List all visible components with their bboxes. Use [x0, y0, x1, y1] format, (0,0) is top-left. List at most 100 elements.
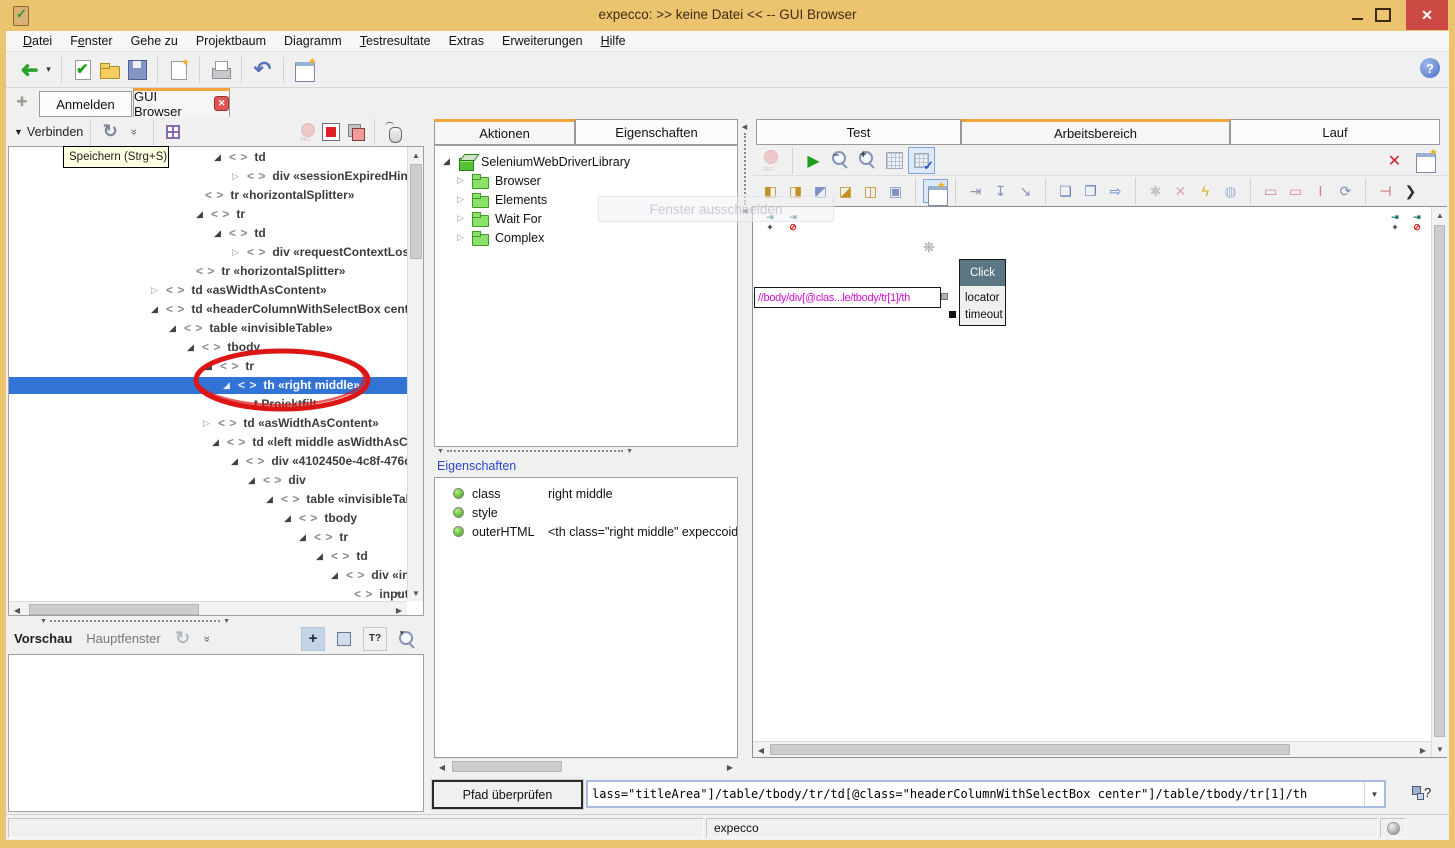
caret-expanded-icon[interactable]: ◢: [299, 528, 314, 547]
close-button[interactable]: ✕: [1406, 0, 1448, 30]
stop-record-icon[interactable]: [319, 120, 343, 144]
caret-expanded-icon[interactable]: ◢: [196, 205, 211, 224]
record-icon[interactable]: [295, 120, 319, 144]
menu-item-fenster[interactable]: Fenster: [61, 34, 121, 48]
tree-row[interactable]: ◢< >td: [9, 547, 407, 566]
back-icon[interactable]: ➜: [16, 56, 43, 83]
crosshair-icon[interactable]: +: [301, 627, 325, 651]
tree-row[interactable]: ◢< >tr: [9, 357, 407, 376]
caret-expanded-icon[interactable]: ◢: [214, 148, 229, 167]
tree-row[interactable]: ◢< >tbody: [9, 509, 407, 528]
insert-step-icon[interactable]: ↧: [988, 179, 1013, 203]
timeout-pin-connector[interactable]: [949, 311, 956, 318]
scroll-left-icon[interactable]: ◀: [9, 602, 25, 616]
layout-grid-icon[interactable]: [161, 120, 185, 144]
tree-row[interactable]: ▷< >td «asWidthAsContent»: [9, 281, 407, 300]
tab-lauf[interactable]: Lauf: [1230, 119, 1440, 145]
breakpoint-disabled-icon[interactable]: [758, 147, 785, 174]
tab-arbeitsbereich[interactable]: Arbeitsbereich: [961, 119, 1230, 145]
locator-value-box[interactable]: //body/div[@clas...le/tbody/tr[1]/th: [754, 287, 941, 308]
add-tab-button[interactable]: ✚: [12, 92, 32, 112]
tree-row[interactable]: t Projektfilt: [9, 395, 407, 414]
new-window-icon[interactable]: [165, 56, 192, 83]
caret-expanded-icon[interactable]: ◢: [212, 433, 227, 452]
tree-row[interactable]: ◢< >tr: [9, 205, 407, 224]
scroll-up-icon[interactable]: ▲: [1432, 207, 1448, 223]
xpath-dropdown-icon[interactable]: ▼: [1364, 782, 1384, 806]
scroll-down-icon[interactable]: ▼: [408, 585, 424, 601]
properties-list[interactable]: classright middlestyleouterHTML<th class…: [434, 477, 738, 758]
caret-collapsed-icon[interactable]: ▷: [457, 232, 472, 243]
caret-expanded-icon[interactable]: ◢: [187, 338, 202, 357]
menu-item-testresultate[interactable]: Testresultate: [351, 34, 440, 48]
connect-dropdown-icon[interactable]: ▼: [14, 127, 23, 137]
print-icon[interactable]: [207, 56, 234, 83]
tree-row[interactable]: < >input «▾: [9, 585, 407, 604]
caret-collapsed-icon[interactable]: ▷: [457, 175, 472, 186]
properties-splitter-handle[interactable]: ▼▼: [437, 448, 633, 454]
scroll-right-icon[interactable]: ▶: [1415, 742, 1431, 758]
tree-row[interactable]: ◢< >tbody: [9, 338, 407, 357]
click-action-block[interactable]: Click locator timeout: [959, 259, 1006, 326]
caret-expanded-icon[interactable]: ◢: [205, 357, 220, 376]
delete-icon[interactable]: ✕: [1381, 147, 1408, 174]
scrollbar-thumb[interactable]: [29, 604, 199, 615]
caret-expanded-icon[interactable]: ◢: [284, 509, 299, 528]
workspace-horizontal-scrollbar[interactable]: ◀ ▶: [753, 741, 1431, 757]
locator-pin-connector[interactable]: [941, 293, 948, 300]
refresh-preview-icon[interactable]: ↻: [171, 627, 195, 651]
scroll-left-icon[interactable]: ◀: [753, 742, 769, 758]
expand-chevron-icon[interactable]: «: [195, 627, 219, 651]
window-settings-icon[interactable]: [291, 56, 318, 83]
caret-expanded-icon[interactable]: ◢: [169, 319, 184, 338]
scrollbar-thumb[interactable]: [1434, 225, 1445, 737]
tab-aktionen[interactable]: Aktionen: [434, 119, 575, 145]
tree-splitter-handle[interactable]: ▼▼: [40, 618, 230, 624]
menu-item-datei[interactable]: Datei: [14, 34, 61, 48]
tree-row[interactable]: ◢< >table «invisibleTable»: [9, 319, 407, 338]
align-bottom-icon[interactable]: ◪: [833, 179, 858, 203]
select-region-icon[interactable]: [332, 627, 356, 651]
grid-snap-icon[interactable]: ✓: [908, 147, 935, 174]
caret-expanded-icon[interactable]: ◢: [331, 566, 346, 585]
scroll-down-icon[interactable]: ▼: [1432, 741, 1448, 757]
caret-expanded-icon[interactable]: ◢: [231, 452, 246, 471]
tree-row[interactable]: ▷< >div «sessionExpiredHint»: [9, 167, 407, 186]
tab-eigenschaften[interactable]: Eigenschaften: [575, 119, 738, 145]
scrollbar-thumb[interactable]: [410, 164, 422, 259]
detach-icon[interactable]: ⊣: [1373, 179, 1398, 203]
tree-row[interactable]: < >tr «horizontalSplitter»: [9, 262, 407, 281]
align-middle-icon[interactable]: ◫: [858, 179, 883, 203]
minimize-button[interactable]: [1346, 6, 1368, 24]
undo-icon[interactable]: ↶: [249, 56, 276, 83]
diagram-workspace[interactable]: ⇥+ ⇥⊘ ⇥+ ⇥⊘ ❋ Click locator timeout //bo…: [752, 206, 1447, 758]
property-row[interactable]: style: [435, 503, 737, 522]
actions-root-row[interactable]: ◢SeleniumWebDriverLibrary: [435, 152, 737, 171]
caret-collapsed-icon[interactable]: ▷: [232, 167, 247, 186]
insert-output-pin-icon[interactable]: ↘: [1013, 179, 1038, 203]
refresh-dropdown-icon[interactable]: «: [122, 120, 146, 144]
caret-collapsed-icon[interactable]: ▷: [457, 213, 472, 224]
align-center-icon[interactable]: ▣: [883, 179, 908, 203]
caret-collapsed-icon[interactable]: ▷: [151, 281, 166, 300]
block-title[interactable]: Click: [960, 260, 1005, 286]
caret-expanded-icon[interactable]: ◢: [223, 376, 238, 395]
lamp-pin-icon[interactable]: ◍: [1218, 179, 1243, 203]
actions-tree[interactable]: ◢SeleniumWebDriverLibrary▷Browser▷Elemen…: [434, 145, 738, 447]
help-icon[interactable]: ?: [1420, 58, 1440, 78]
caret-collapsed-icon[interactable]: ▷: [203, 414, 218, 433]
caret-expanded-icon[interactable]: ◢: [151, 300, 166, 319]
new-diagram-window-icon[interactable]: [1412, 147, 1439, 174]
tree-row[interactable]: ◢< >div «input: [9, 566, 407, 585]
xpath-input[interactable]: lass="titleArea"]/table/tbody/tr/td[@cla…: [586, 780, 1386, 808]
tree-row[interactable]: ◢< >table «invisibleTable i: [9, 490, 407, 509]
caret-collapsed-icon[interactable]: ▷: [457, 194, 472, 205]
caret-expanded-icon[interactable]: ◢: [266, 490, 281, 509]
menu-item-diagramm[interactable]: Diagramm: [275, 34, 351, 48]
tab-test[interactable]: Test: [756, 119, 961, 145]
search-icon[interactable]: ▾: [394, 627, 418, 651]
workspace-vertical-scrollbar[interactable]: ▲ ▼: [1431, 207, 1447, 757]
run-icon[interactable]: ▶: [800, 147, 827, 174]
back-dropdown-icon[interactable]: ▾: [43, 56, 54, 83]
move-anchor-icon[interactable]: ⇥+: [1387, 212, 1403, 234]
